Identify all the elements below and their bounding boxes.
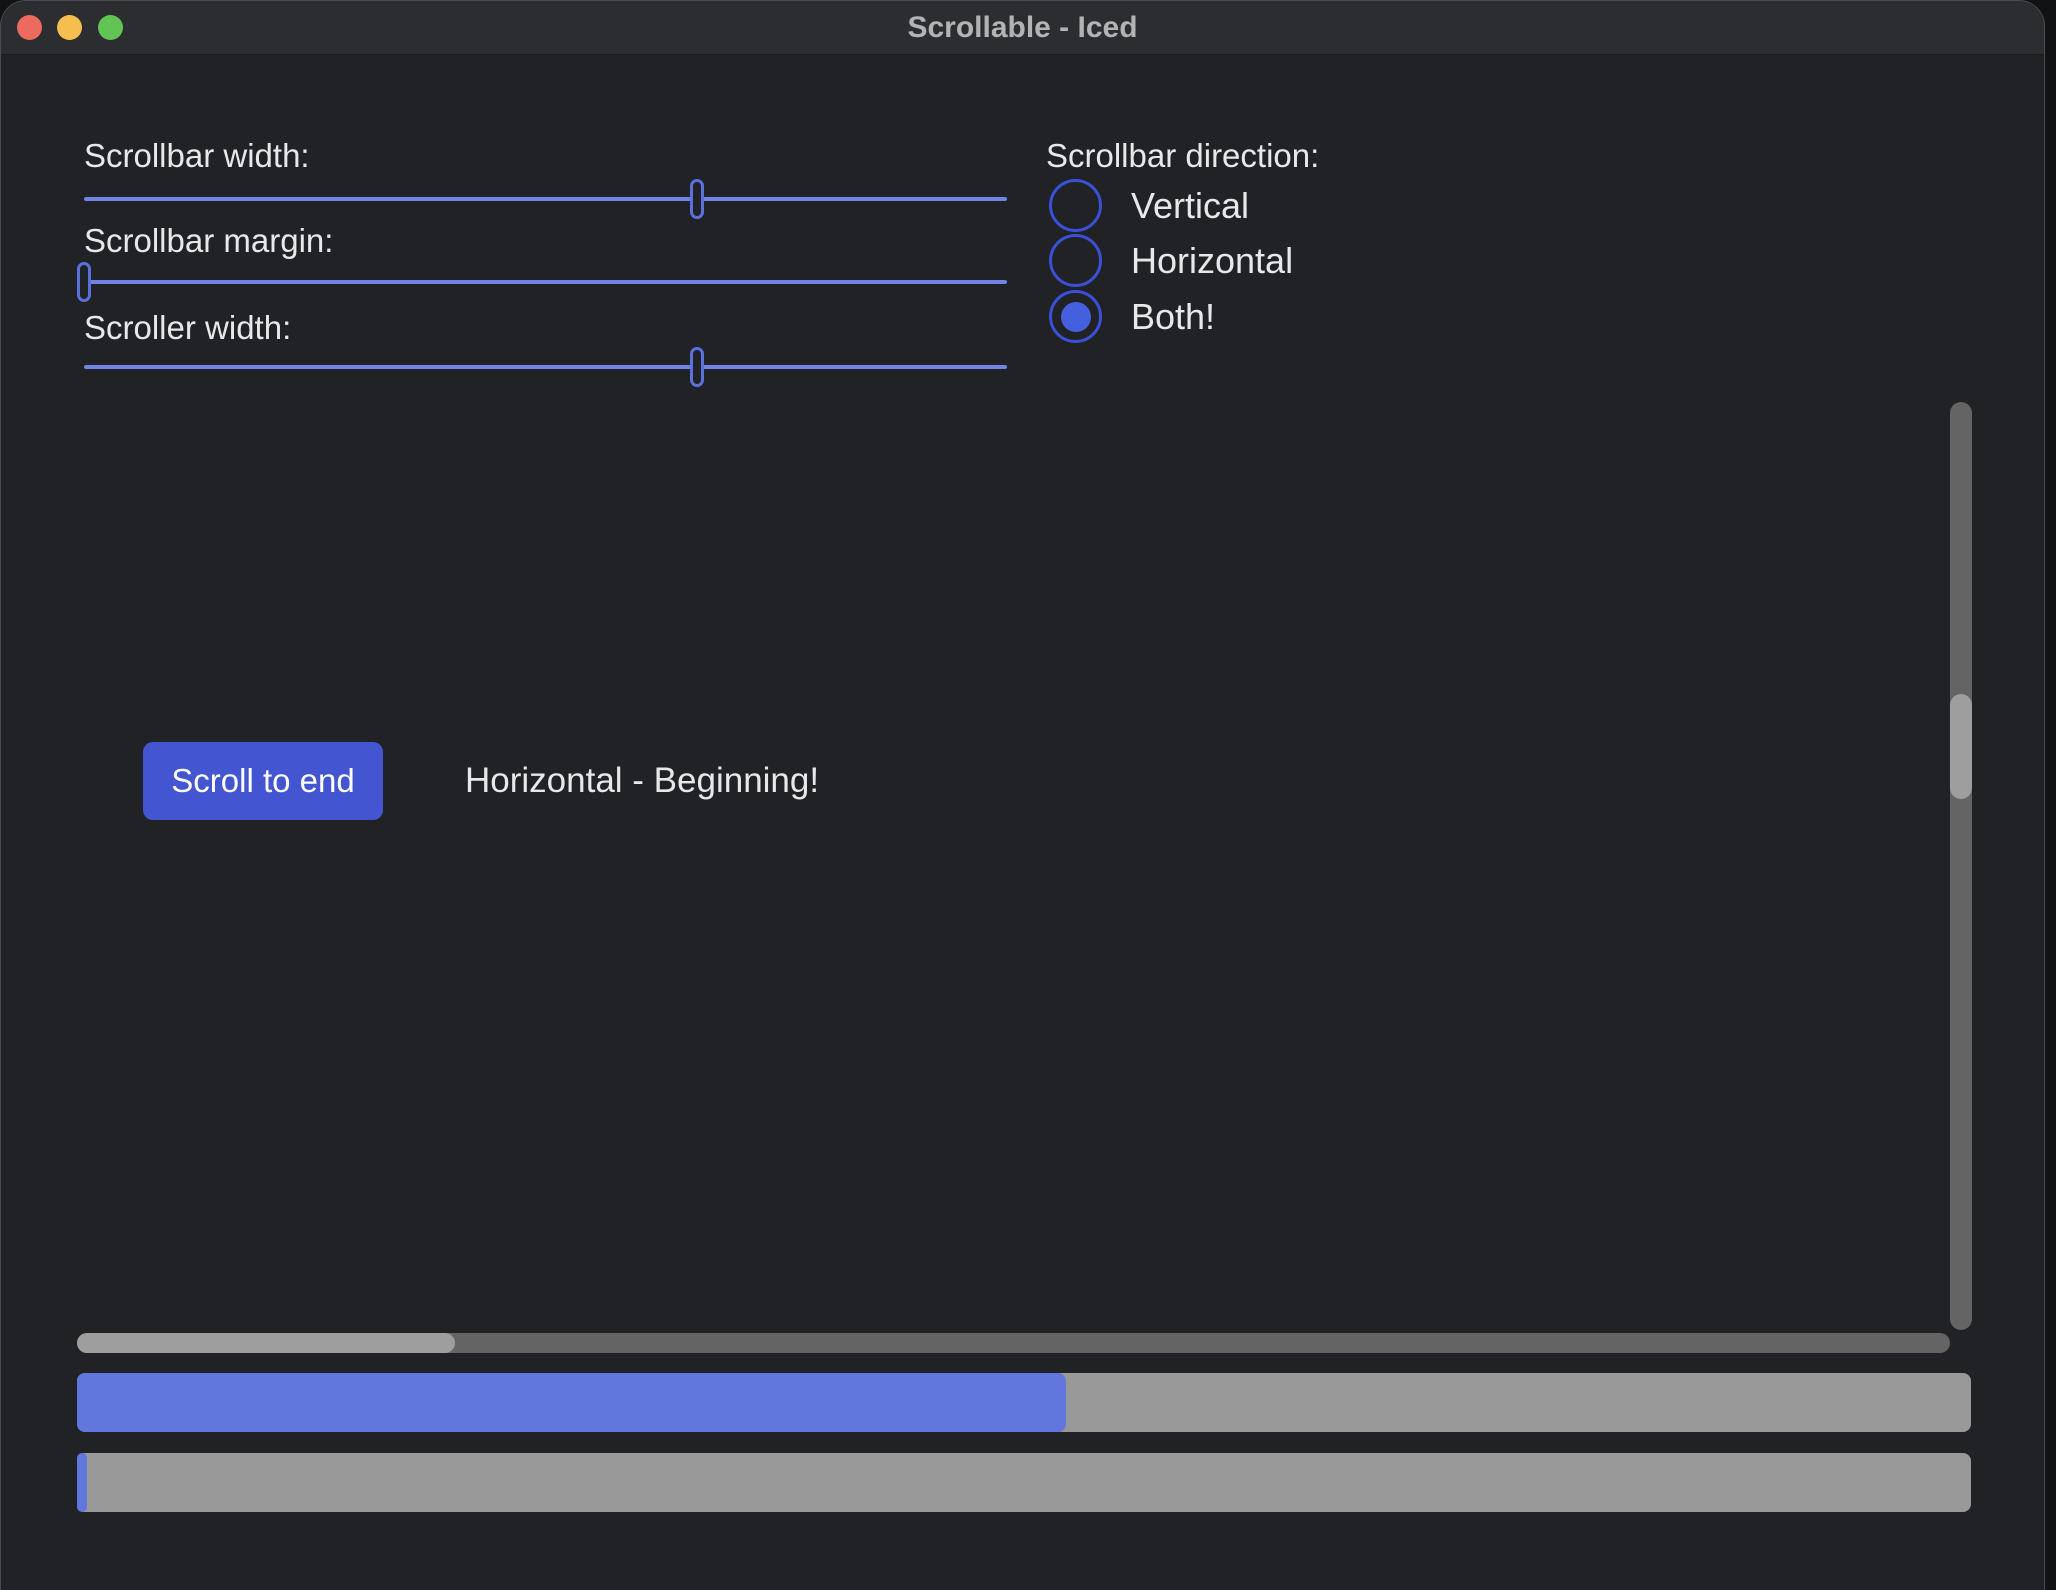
radio-label-horizontal[interactable]: Horizontal [1131, 234, 1293, 287]
slider-scroller-width[interactable] [84, 365, 1007, 369]
vertical-scrollbar-thumb[interactable] [1950, 694, 1972, 799]
progress-fill [77, 1453, 87, 1512]
slider-handle-scrollbar-margin[interactable] [77, 262, 91, 302]
slider-label-scrollbar-margin: Scrollbar margin: [84, 222, 333, 260]
app-window: Scrollable - Iced Scrollbar width: Scrol… [0, 0, 2045, 1590]
horizontal-scrollbar-track[interactable] [77, 1333, 1950, 1353]
radio-label-both[interactable]: Both! [1131, 290, 1215, 343]
slider-label-scroller-width: Scroller width: [84, 309, 291, 347]
radio-both[interactable] [1049, 290, 1102, 343]
progress-bar-horizontal [77, 1373, 1971, 1432]
radio-horizontal[interactable] [1049, 234, 1102, 287]
radio-dot-icon [1061, 302, 1091, 332]
scroll-to-end-button[interactable]: Scroll to end [143, 742, 383, 820]
progress-fill [77, 1373, 1066, 1432]
slider-handle-scroller-width[interactable] [690, 347, 704, 387]
scroll-status-text: Horizontal - Beginning! [465, 742, 819, 820]
window-title: Scrollable - Iced [1, 1, 2044, 54]
slider-scrollbar-width[interactable] [84, 197, 1007, 201]
slider-scrollbar-margin[interactable] [84, 280, 1007, 284]
slider-handle-scrollbar-width[interactable] [690, 179, 704, 219]
radio-group-label: Scrollbar direction: [1046, 137, 1319, 175]
radio-label-vertical[interactable]: Vertical [1131, 179, 1249, 232]
radio-vertical[interactable] [1049, 179, 1102, 232]
vertical-scrollbar-track[interactable] [1950, 402, 1972, 1330]
progress-bar-vertical [77, 1453, 1971, 1512]
slider-label-scrollbar-width: Scrollbar width: [84, 137, 310, 175]
titlebar: Scrollable - Iced [1, 1, 2044, 55]
horizontal-scrollbar-thumb[interactable] [77, 1333, 455, 1353]
